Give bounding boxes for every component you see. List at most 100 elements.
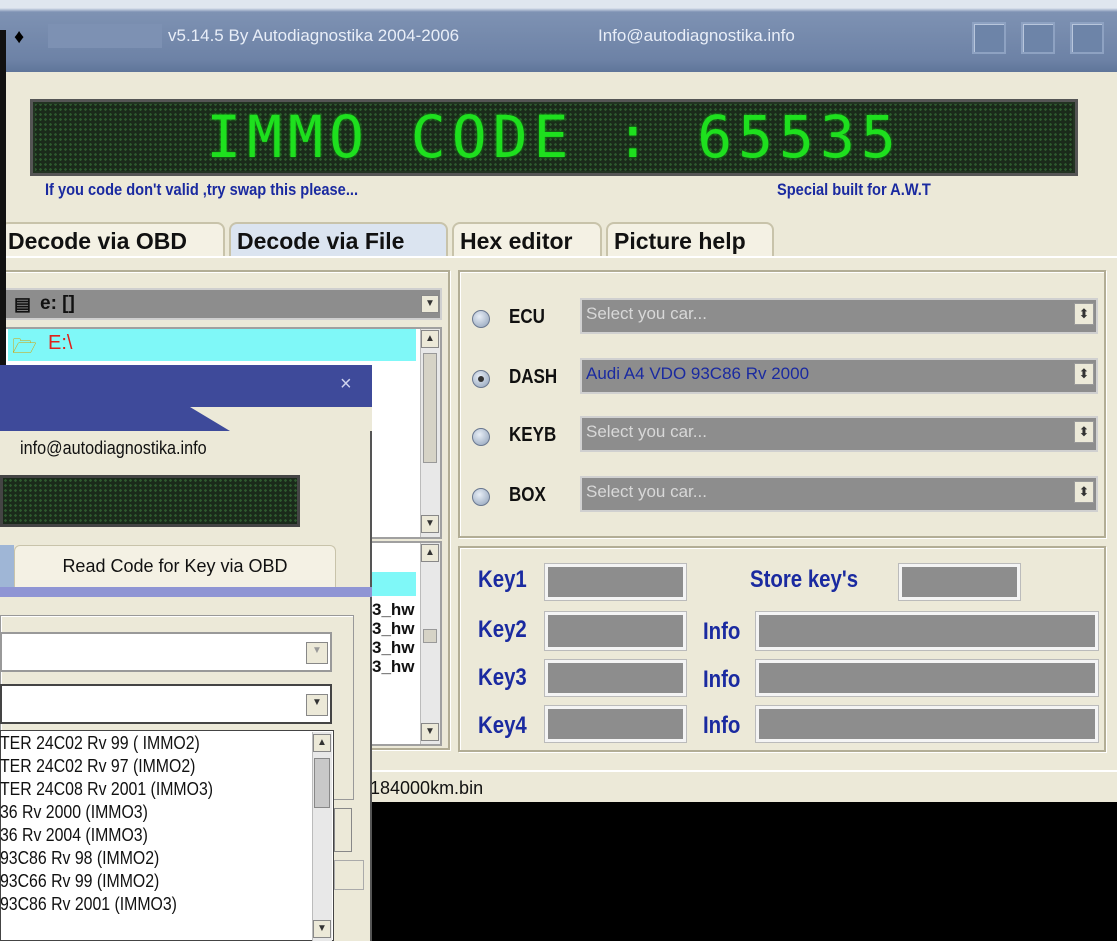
- folder-label: E:\: [48, 332, 73, 354]
- dialog-button-partial-2[interactable]: [334, 860, 364, 890]
- option-item[interactable]: 93C86 Rv 2001 (IMMO3): [0, 893, 275, 916]
- file-scrollbar[interactable]: ▲ ▼: [420, 543, 440, 744]
- keyb-select-value: Select you car...: [586, 422, 707, 441]
- scroll-thumb[interactable]: [423, 353, 437, 463]
- folder-item-selected[interactable]: 🗁 E:\: [8, 329, 416, 361]
- key1-field[interactable]: [545, 564, 686, 600]
- dialog-email: info@autodiagnostika.info: [20, 438, 207, 458]
- dropdown-arrow-icon[interactable]: ▼: [306, 694, 328, 716]
- info4-field[interactable]: [756, 706, 1098, 742]
- scroll-up-icon[interactable]: ▲: [421, 330, 439, 348]
- select-arrows-icon[interactable]: ⬍: [1074, 421, 1094, 443]
- tab-decode-file[interactable]: Decode via File: [229, 222, 448, 258]
- maximize-button[interactable]: [1021, 22, 1055, 54]
- scroll-down-icon[interactable]: ▼: [421, 723, 439, 741]
- special-built-label: Special built for A.W.T: [777, 180, 931, 199]
- file-item[interactable]: 3_hw: [372, 657, 415, 676]
- close-button[interactable]: [1070, 22, 1104, 54]
- scroll-down-icon[interactable]: ▼: [313, 920, 331, 938]
- folder-icon: 🗁: [12, 336, 37, 358]
- store-keys-field[interactable]: [899, 564, 1020, 600]
- option-item[interactable]: TER 24C02 Rv 97 (IMMO2): [0, 755, 275, 778]
- immo-led-display: IMMO CODE : 65535: [30, 99, 1078, 176]
- options-scrollbar[interactable]: ▲ ▼: [312, 732, 332, 941]
- minimize-button[interactable]: [972, 22, 1006, 54]
- dialog-tab-read-code[interactable]: Read Code for Key via OBD: [14, 545, 336, 587]
- store-keys-label: Store key's: [750, 566, 859, 593]
- info3-field[interactable]: [756, 660, 1098, 696]
- ecu-select-value: Select you car...: [586, 304, 707, 323]
- box-select-value: Select you car...: [586, 482, 707, 501]
- select-arrows-icon[interactable]: ⬍: [1074, 481, 1094, 503]
- scroll-up-icon[interactable]: ▲: [421, 544, 439, 562]
- info3-label: Info: [703, 666, 741, 693]
- app-icon: ♦: [14, 26, 25, 48]
- drive-icon: ▤: [14, 294, 32, 314]
- title-version: v5.14.5 By Autodiagnostika 2004-2006: [168, 26, 460, 45]
- swap-hint: If you code don't valid ,try swap this p…: [45, 180, 359, 199]
- dialog-edge: [0, 30, 6, 420]
- radio-dash[interactable]: [472, 370, 490, 388]
- tab-decode-obd[interactable]: Decode via OBD: [0, 222, 225, 258]
- radio-keyb[interactable]: [472, 428, 490, 446]
- dialog-options: TER 24C02 Rv 99 ( IMMO2) TER 24C02 Rv 97…: [0, 732, 312, 916]
- option-item[interactable]: 93C66 Rv 99 (IMMO2): [0, 870, 275, 893]
- dialog-select-2[interactable]: ▼: [0, 684, 332, 724]
- keyb-select[interactable]: Select you car... ⬍: [580, 416, 1098, 452]
- info2-label: Info: [703, 618, 741, 645]
- dialog-header-band: [0, 407, 372, 431]
- file-list-items: 3_hw 3_hw 3_hw 3_hw: [372, 600, 415, 676]
- file-item[interactable]: 3_hw: [372, 619, 415, 638]
- tab-picture-help[interactable]: Picture help: [606, 222, 774, 258]
- dash-label: DASH: [509, 366, 558, 388]
- dialog-title-bar: ×: [0, 365, 372, 407]
- status-filename: 184000km.bin: [370, 778, 484, 798]
- drive-label: e: []: [40, 293, 75, 314]
- dialog-button-partial[interactable]: [334, 808, 352, 852]
- scroll-up-icon[interactable]: ▲: [313, 734, 331, 752]
- title-blank-area: [48, 24, 162, 48]
- dialog-led-display: [0, 475, 300, 527]
- dialog-close-icon[interactable]: ×: [340, 373, 352, 396]
- radio-ecu[interactable]: [472, 310, 490, 328]
- key2-field[interactable]: [545, 612, 686, 650]
- dash-select[interactable]: Audi A4 VDO 93C86 Rv 2000 ⬍: [580, 358, 1098, 394]
- ecu-select[interactable]: Select you car... ⬍: [580, 298, 1098, 334]
- option-item[interactable]: 36 Rv 2000 (IMMO3): [0, 801, 275, 824]
- dialog-tab-underline: [0, 587, 372, 597]
- box-select[interactable]: Select you car... ⬍: [580, 476, 1098, 512]
- title-email: Info@autodiagnostika.info: [598, 26, 795, 45]
- option-item[interactable]: TER 24C08 Rv 2001 (IMMO3): [0, 778, 275, 801]
- key4-field[interactable]: [545, 706, 686, 742]
- scroll-down-icon[interactable]: ▼: [421, 515, 439, 533]
- radio-box[interactable]: [472, 488, 490, 506]
- dialog-header-shape: [0, 407, 230, 431]
- drive-dropdown-arrow-icon[interactable]: ▼: [421, 295, 439, 313]
- info2-field[interactable]: [756, 612, 1098, 650]
- info4-label: Info: [703, 712, 741, 739]
- file-item[interactable]: 3_hw: [372, 638, 415, 657]
- option-item[interactable]: 36 Rv 2004 (IMMO3): [0, 824, 275, 847]
- immo-code-text: IMMO CODE : 65535: [206, 103, 902, 171]
- ecu-label: ECU: [509, 306, 545, 328]
- scroll-thumb[interactable]: [314, 758, 330, 808]
- dialog-tab-read-label: Read Code for Key via OBD: [62, 556, 288, 576]
- keyb-label: KEYB: [509, 424, 557, 446]
- box-label: BOX: [509, 484, 546, 506]
- dropdown-arrow-icon[interactable]: ▼: [306, 642, 328, 664]
- option-item[interactable]: TER 24C02 Rv 99 ( IMMO2): [0, 732, 275, 755]
- select-arrows-icon[interactable]: ⬍: [1074, 303, 1094, 325]
- dialog-select-1[interactable]: ▼: [0, 632, 332, 672]
- scroll-thumb[interactable]: [423, 629, 437, 643]
- key4-label: Key4: [478, 712, 527, 739]
- key3-field[interactable]: [545, 660, 686, 696]
- drive-select[interactable]: ▤ e: [] ▼: [4, 288, 442, 320]
- dialog-tab-partial[interactable]: [0, 545, 14, 587]
- folder-scrollbar[interactable]: ▲ ▼: [420, 329, 440, 537]
- select-arrows-icon[interactable]: ⬍: [1074, 363, 1094, 385]
- option-item[interactable]: 93C86 Rv 98 (IMMO2): [0, 847, 275, 870]
- file-item[interactable]: 3_hw: [372, 600, 415, 619]
- tab-hex-editor[interactable]: Hex editor: [452, 222, 602, 258]
- key2-label: Key2: [478, 616, 527, 643]
- key1-label: Key1: [478, 566, 527, 593]
